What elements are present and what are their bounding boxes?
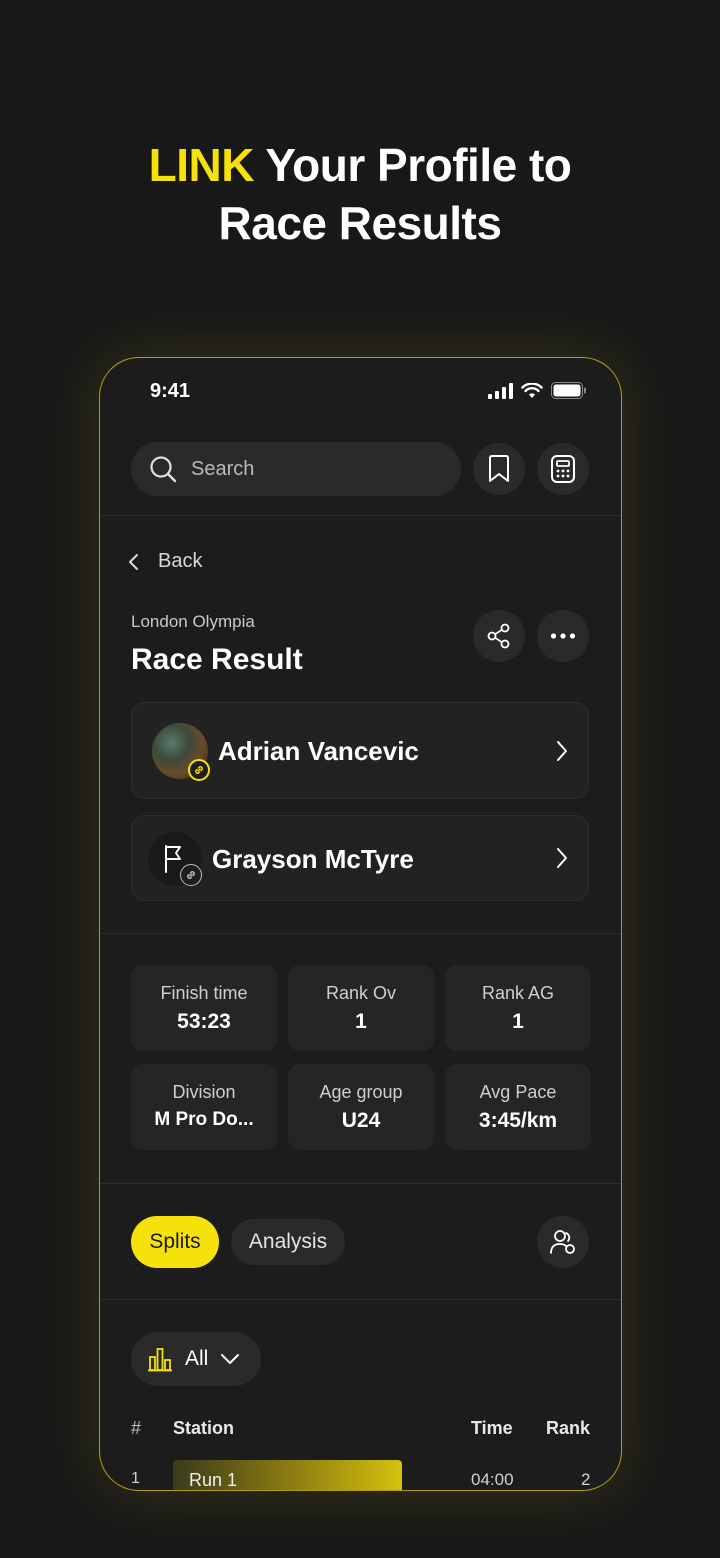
stat-value: 3:45/km bbox=[478, 1109, 558, 1132]
link-icon bbox=[195, 766, 203, 774]
link-icon bbox=[187, 871, 195, 879]
more-icon bbox=[550, 633, 576, 639]
stat-label: Age group bbox=[319, 1082, 403, 1102]
page-title: Race Result bbox=[131, 643, 303, 676]
header-divider bbox=[100, 515, 621, 516]
phone-frame: 9:41 Search Back London Olympia Race Res… bbox=[99, 357, 622, 1491]
bar-chart-icon bbox=[148, 1348, 172, 1372]
stat-division: Division M Pro Do... bbox=[131, 1064, 277, 1150]
battery-icon bbox=[551, 382, 586, 399]
stat-value: 53:23 bbox=[177, 1010, 231, 1033]
back-label: Back bbox=[158, 550, 203, 572]
compare-button[interactable] bbox=[537, 1216, 589, 1268]
chevron-left-icon bbox=[129, 553, 138, 570]
stat-avg-pace: Avg Pace 3:45/km bbox=[445, 1064, 591, 1150]
share-button[interactable] bbox=[473, 610, 525, 662]
stat-value: 1 bbox=[355, 1010, 367, 1033]
share-icon bbox=[487, 623, 510, 649]
more-options-button[interactable] bbox=[537, 610, 589, 662]
filter-value: All bbox=[185, 1347, 209, 1370]
calculator-icon bbox=[551, 455, 575, 483]
column-header-rank[interactable]: Rank bbox=[546, 1418, 590, 1439]
search-row bbox=[131, 442, 591, 496]
stat-rank-ag: Rank AG 1 bbox=[445, 965, 591, 1051]
stat-value: M Pro Do... bbox=[154, 1109, 254, 1130]
bookmark-icon bbox=[489, 455, 509, 482]
athlete-name-primary: Adrian Vancevic bbox=[218, 736, 419, 766]
search-bar[interactable] bbox=[131, 442, 461, 496]
chevron-right-icon bbox=[557, 848, 567, 868]
back-button[interactable]: Back bbox=[128, 550, 202, 573]
tab-analysis[interactable]: Analysis bbox=[231, 1219, 345, 1265]
row-station: Run 1 bbox=[189, 1470, 238, 1490]
stat-finish-time: Finish time 53:23 bbox=[131, 965, 277, 1051]
chevron-right-icon bbox=[557, 740, 567, 761]
compare-users-icon bbox=[550, 1230, 575, 1254]
headline-line2: Race Results bbox=[218, 197, 502, 249]
athlete-card-primary[interactable]: Adrian Vancevic bbox=[131, 702, 589, 799]
stat-label: Division bbox=[172, 1082, 236, 1102]
link-badge bbox=[188, 759, 210, 781]
row-number: 1 bbox=[131, 1470, 140, 1487]
stat-rank-overall: Rank Ov 1 bbox=[288, 965, 434, 1051]
venue-name: London Olympia bbox=[131, 612, 255, 631]
column-header-time[interactable]: Time bbox=[471, 1418, 513, 1439]
row-time: 04:00 bbox=[471, 1470, 514, 1489]
station-filter-dropdown[interactable]: All bbox=[131, 1332, 261, 1386]
status-time: 9:41 bbox=[150, 380, 191, 402]
headline-line1: Your Profile to bbox=[253, 139, 572, 191]
status-bar: 9:41 bbox=[100, 358, 621, 428]
stat-value: U24 bbox=[341, 1109, 381, 1132]
bookmark-button[interactable] bbox=[473, 443, 525, 495]
search-input[interactable] bbox=[191, 457, 431, 481]
link-badge-secondary bbox=[180, 864, 202, 886]
cards-divider bbox=[100, 933, 621, 934]
stat-age-group: Age group U24 bbox=[288, 1064, 434, 1150]
tab-splits[interactable]: Splits bbox=[131, 1216, 219, 1268]
headline-accent: LINK bbox=[148, 139, 255, 191]
tabs-divider bbox=[100, 1299, 621, 1300]
stat-label: Avg Pace bbox=[479, 1082, 557, 1102]
athlete-name-secondary: Grayson McTyre bbox=[212, 844, 414, 874]
athlete-card-secondary[interactable]: Grayson McTyre bbox=[131, 815, 589, 901]
row-rank: 2 bbox=[581, 1470, 591, 1489]
search-icon bbox=[150, 456, 177, 483]
wifi-icon bbox=[521, 382, 543, 398]
chevron-down-icon bbox=[221, 1354, 240, 1364]
stat-value: 1 bbox=[512, 1010, 524, 1033]
stats-divider bbox=[100, 1183, 621, 1184]
stat-label: Rank AG bbox=[481, 983, 555, 1003]
column-header-station[interactable]: Station bbox=[173, 1418, 234, 1439]
column-header-number: # bbox=[131, 1418, 142, 1438]
signal-icon bbox=[488, 382, 513, 399]
headline: LINK Your Profile to Race Results bbox=[0, 136, 720, 252]
station-bar: Run 1 bbox=[173, 1460, 402, 1490]
calculator-button[interactable] bbox=[537, 443, 589, 495]
stat-label: Rank Ov bbox=[325, 983, 397, 1003]
stat-label: Finish time bbox=[160, 983, 248, 1003]
